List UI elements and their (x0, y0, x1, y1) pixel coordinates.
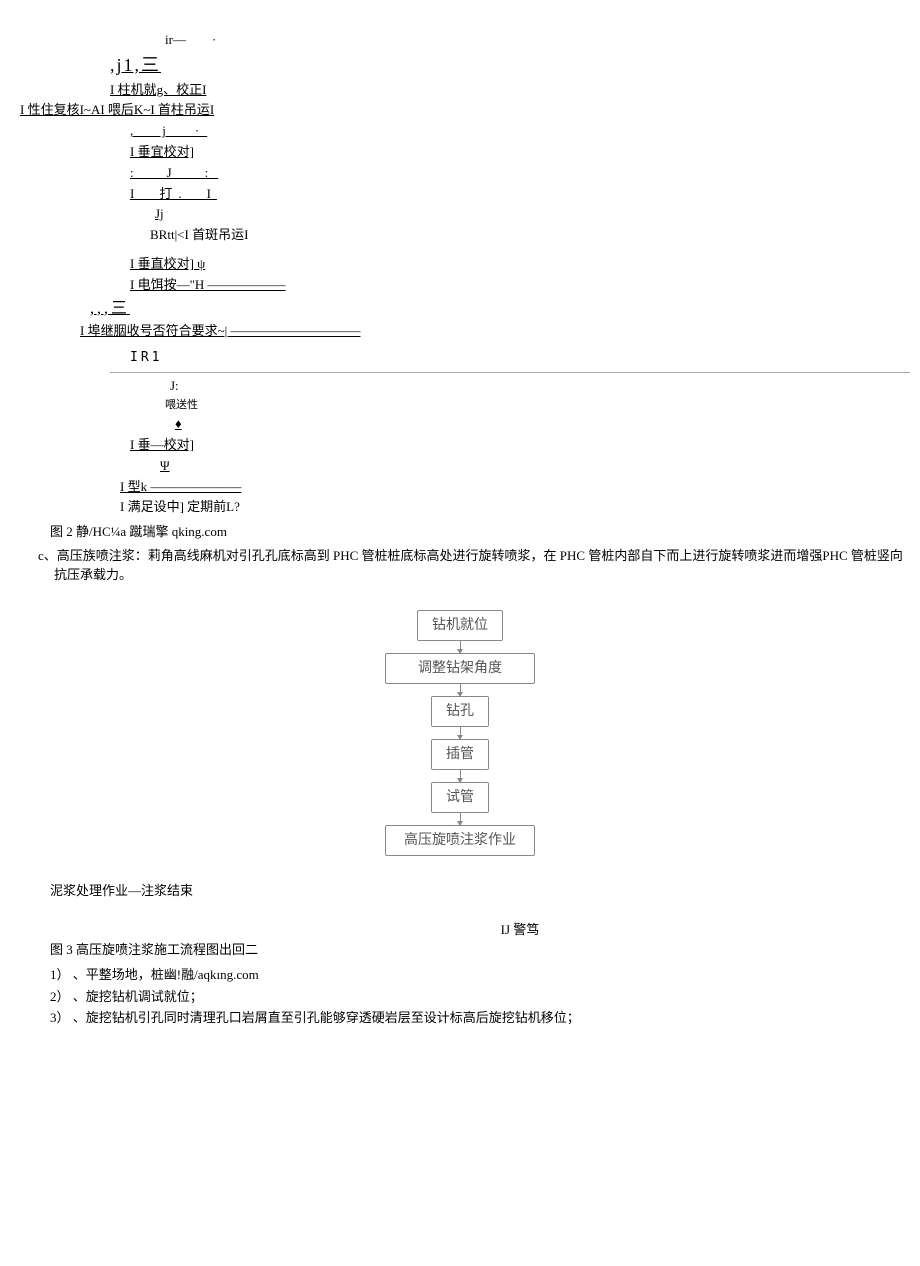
flow-arrow-icon (460, 641, 461, 653)
g-line: ir— · (165, 30, 910, 51)
flow-box-2: 调整钻架角度 (385, 653, 535, 684)
g-line: I 垂宜校对] (130, 142, 910, 163)
g-line: BRtt|<I 首斑吊运I (150, 225, 910, 246)
figure-2-caption: 图 2 静/HC¼a 蹴瑞擎 qking.com (50, 522, 910, 542)
g-line: I 垂直校对] ψ (130, 254, 910, 275)
flow-arrow-icon (460, 727, 461, 739)
flowchart-diagram: 钻机就位 调整钻架角度 钻孔 插管 试管 高压旋喷注浆作业 (310, 610, 610, 856)
flow-box-4: 插管 (431, 739, 489, 770)
g-line: ,,,三 (90, 296, 910, 322)
g-line: I 打. I (130, 184, 910, 205)
g-line: Ψ (160, 456, 910, 477)
mud-processing-label: 泥浆处理作业—注浆结束 (50, 881, 910, 901)
steps-list: 1） 、平整场地，桩幽!融/aqkıng.com 2） 、旋挖钻机调试就位； 3… (50, 965, 910, 1028)
flow-arrow-icon (460, 684, 461, 696)
flow-arrow-icon (460, 770, 461, 782)
g-line: I 性住复核I~AI 喂后K~I 首柱吊运I (20, 100, 910, 121)
garbled-flowchart-text: ir— · ,j1,三 I 柱机就g、校正I I 性住复核I~AI 喂后K~I … (110, 30, 910, 518)
g-line: I 电饵按—"H —————— (130, 275, 910, 296)
g-line: I 柱机就g、校正I (110, 80, 910, 101)
g-line: I 满足设中] 定期前L? (120, 497, 910, 518)
flow-arrow-icon (460, 813, 461, 825)
g-line: I 埠继胭收号否符合要求~| —————————— (80, 321, 910, 342)
figure-3-caption: 图 3 高压旋喷注浆施工流程图出回二 (50, 940, 910, 960)
g-line: I 型k ——————— (120, 477, 910, 498)
g-line: J: (170, 376, 910, 397)
ij-label: IJ 警笃 (130, 920, 910, 940)
flow-box-1: 钻机就位 (417, 610, 503, 641)
g-line: Jj (155, 204, 910, 225)
g-line: , j · (130, 121, 910, 142)
flow-box-3: 钻孔 (431, 696, 489, 727)
step-2: 2） 、旋挖钻机调试就位； (50, 987, 910, 1007)
g-line: : J : (130, 163, 910, 184)
g-line: ,j1,三 (110, 51, 910, 80)
g-line: 喂送性 (165, 397, 910, 415)
flow-box-5: 试管 (431, 782, 489, 813)
g-line: IR1 (130, 348, 910, 369)
g-line: ♦ (175, 414, 910, 435)
g-line: I 垂—校对] (130, 435, 910, 456)
step-3: 3） 、旋挖钻机引孔同时清理孔口岩屑直至引孔能够穿透硬岩层至设计标高后旋挖钻机移… (50, 1008, 910, 1028)
step-1: 1） 、平整场地，桩幽!融/aqkıng.com (50, 965, 910, 985)
paragraph-c: c、高压族喷注浆：莉角高线麻机对引孔孔底标高到 PHC 管桩桩底标高处进行旋转喷… (38, 546, 910, 585)
flow-box-6: 高压旋喷注浆作业 (385, 825, 535, 856)
